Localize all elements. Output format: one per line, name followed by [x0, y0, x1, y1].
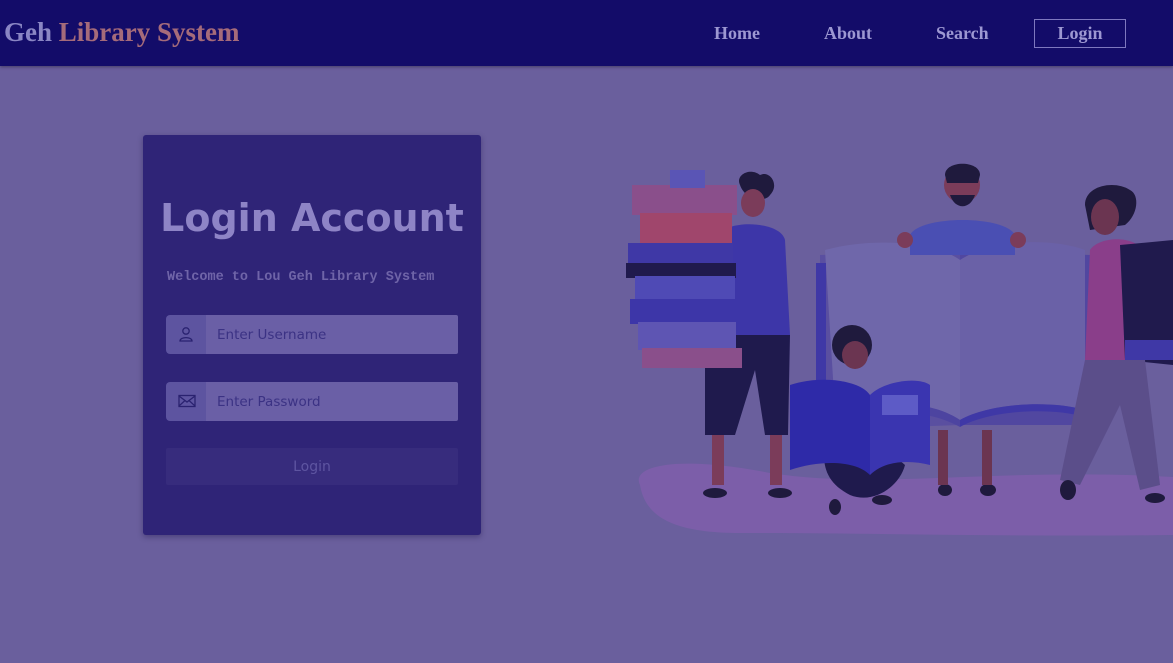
brand-name-text: Library System: [52, 17, 240, 47]
library-readers-illustration: [626, 163, 1173, 536]
nav-search-link[interactable]: Search: [936, 22, 989, 44]
brand-geh-text: Geh: [4, 17, 53, 47]
nav-home-link[interactable]: Home: [714, 22, 760, 44]
login-submit-button[interactable]: Login: [166, 448, 458, 485]
nav-login-button[interactable]: Login: [1034, 19, 1126, 48]
login-subtitle: Welcome to Lou Geh Library System: [167, 270, 435, 285]
username-input[interactable]: [206, 315, 458, 354]
password-input[interactable]: [206, 382, 458, 421]
nav-about-link[interactable]: About: [824, 22, 872, 44]
login-title: Login Account: [160, 196, 464, 240]
top-navbar: Geh Library System Home About Search Log…: [0, 0, 1173, 66]
envelope-icon: [166, 382, 206, 421]
brand-logo[interactable]: Geh Library System: [4, 16, 240, 48]
user-icon: [166, 315, 206, 354]
